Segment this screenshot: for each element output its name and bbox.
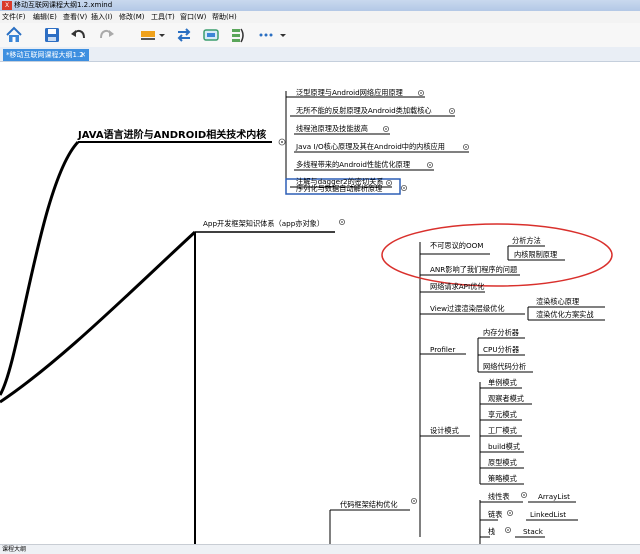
close-icon[interactable]: ✕ — [80, 49, 86, 61]
view-topic[interactable]: View过渡渲染层级优化 — [430, 304, 505, 313]
java-item[interactable]: 多线程带来的Android性能优化原理 — [296, 160, 410, 169]
view-child[interactable]: 渲染优化方案实战 — [536, 310, 594, 319]
design-pattern-child[interactable]: 工厂模式 — [488, 426, 517, 435]
central-connector — [0, 140, 80, 396]
profiler-child[interactable]: CPU分析器 — [483, 345, 519, 354]
view-child[interactable]: 渲染核心原理 — [536, 297, 579, 306]
design-pattern-child[interactable]: 观察者模式 — [488, 394, 524, 403]
profiler-child[interactable]: 网络代码分析 — [483, 362, 526, 371]
framework-child[interactable]: 线性表 — [488, 492, 510, 501]
dropdown-icon[interactable] — [279, 26, 287, 44]
menu-modify[interactable]: 修改(M) — [119, 11, 145, 23]
java-branch-title[interactable]: JAVA语言进阶与ANDROID相关技术内核 — [77, 128, 266, 141]
menu-view[interactable]: 查看(V) — [63, 11, 87, 23]
central-connector — [0, 230, 197, 404]
save-icon[interactable] — [43, 26, 61, 44]
menu-tools[interactable]: 工具(T) — [151, 11, 175, 23]
anr-topic[interactable]: ANR影响了我们程序的问题 — [430, 265, 517, 274]
profiler-child[interactable]: 内存分析器 — [483, 328, 519, 337]
redo-icon[interactable] — [97, 26, 115, 44]
java-item-selected[interactable]: 序列化与数据自动解析原理 — [296, 184, 382, 193]
design-pattern-child[interactable]: build模式 — [488, 442, 520, 451]
java-item[interactable]: 泛型原理与Android网络应用原理 — [296, 88, 403, 97]
oom-topic[interactable]: 不可思议的OOM — [430, 241, 483, 250]
design-pattern-child[interactable]: 策略模式 — [488, 474, 517, 483]
mindmap-canvas[interactable]: JAVA语言进阶与ANDROID相关技术内核 泛型原理与Android网络应用原… — [0, 62, 640, 544]
menu-file[interactable]: 文件(F) — [2, 11, 26, 23]
framework-grandchild[interactable]: Stack — [523, 527, 544, 536]
framework-grandchild[interactable]: LinkedList — [530, 510, 566, 519]
design-pattern-child[interactable]: 单例模式 — [488, 378, 517, 387]
summary-icon[interactable] — [229, 26, 247, 44]
java-item[interactable]: 线程池原理及技能拔高 — [296, 124, 368, 133]
mindmap-svg: JAVA语言进阶与ANDROID相关技术内核 泛型原理与Android网络应用原… — [0, 88, 613, 544]
design-pattern-child[interactable]: 原型模式 — [488, 458, 517, 467]
boundary-icon[interactable] — [202, 26, 220, 44]
more-icon[interactable] — [257, 26, 275, 44]
java-item[interactable]: 无所不能的反射原理及Android类加载核心 — [296, 106, 432, 115]
relationship-icon[interactable] — [175, 26, 193, 44]
undo-icon[interactable] — [70, 26, 88, 44]
menu-window[interactable]: 窗口(W) — [180, 11, 206, 23]
framework-topic[interactable]: 代码框架结构优化 — [340, 500, 398, 509]
toolbar — [0, 23, 640, 48]
window-title: 移动互联网课程大纲1.2.xmind — [14, 1, 113, 9]
design-pattern-child[interactable]: 享元模式 — [488, 410, 517, 419]
menu-edit[interactable]: 编辑(E) — [33, 11, 57, 23]
menu-insert[interactable]: 插入(I) — [91, 11, 113, 23]
editor-tab-bar: *移动互联网课程大纲1.2 ✕ — [0, 47, 640, 62]
oom-child[interactable]: 分析方法 — [512, 236, 541, 245]
dropdown-icon[interactable] — [158, 26, 166, 44]
topic-style-icon[interactable] — [139, 26, 157, 44]
framework-child[interactable]: 栈 — [488, 527, 495, 536]
design-pattern-topic[interactable]: 设计模式 — [430, 426, 459, 435]
xmind-app-icon: X — [2, 1, 12, 10]
tab-label: *移动互联网课程大纲1.2 — [6, 51, 84, 59]
framework-child[interactable]: 链表 — [488, 510, 502, 519]
annotation-ellipse — [381, 223, 613, 287]
app-branch-title[interactable]: App开发框架知识体系（app亦对象） — [203, 219, 324, 228]
title-bar: X 移动互联网课程大纲1.2.xmind — [0, 0, 640, 11]
home-icon[interactable] — [5, 26, 23, 44]
tab-course-outline[interactable]: *移动互联网课程大纲1.2 ✕ — [3, 49, 89, 61]
java-item[interactable]: Java I/O核心原理及其在Android中的内核应用 — [295, 142, 445, 151]
menu-help[interactable]: 帮助(H) — [212, 11, 237, 23]
oom-child[interactable]: 内核限制原理 — [514, 250, 557, 259]
profiler-topic[interactable]: Profiler — [430, 345, 455, 354]
menu-bar: 文件(F) 编辑(E) 查看(V) 插入(I) 修改(M) 工具(T) 窗口(W… — [0, 11, 640, 23]
network-topic[interactable]: 网络请求API优化 — [430, 282, 485, 291]
framework-grandchild[interactable]: ArrayList — [538, 492, 570, 501]
